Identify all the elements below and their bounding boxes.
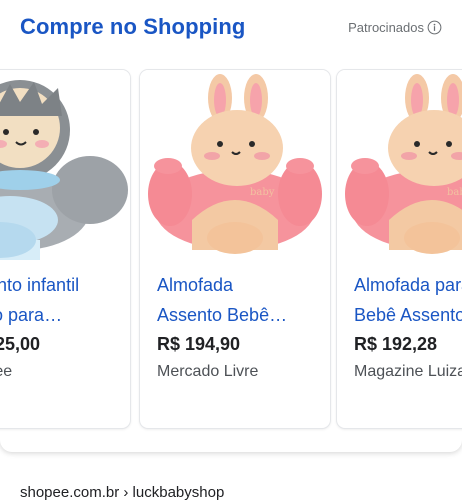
product-carousel[interactable]: Assento infantil Apoio para… R$ 125,00 S… bbox=[0, 70, 462, 432]
info-circle-icon[interactable] bbox=[427, 20, 442, 35]
sponsored-label: Patrocinados bbox=[348, 20, 424, 35]
svg-text:baby: baby bbox=[250, 187, 275, 198]
svg-text:baby: baby bbox=[447, 187, 462, 198]
product-card[interactable]: baby Almofada para Bebê Assento R$ 192,2… bbox=[337, 70, 462, 428]
product-price: R$ 194,90 bbox=[157, 334, 241, 354]
product-price: R$ 125,00 bbox=[0, 334, 41, 354]
result-breadcrumb[interactable]: shopee.com.br › luckbabyshop bbox=[20, 484, 224, 500]
bunny-baby-seat-image: baby bbox=[337, 70, 462, 260]
product-title-line2: Apoio para… bbox=[0, 305, 63, 325]
product-image[interactable]: baby bbox=[140, 70, 330, 260]
bunny-baby-seat-image: baby bbox=[140, 70, 330, 260]
product-store: Mercado Livre bbox=[157, 363, 259, 380]
product-store: Magazine Luiza bbox=[354, 363, 462, 380]
product-image[interactable]: baby bbox=[337, 70, 462, 260]
product-card[interactable]: Assento infantil Apoio para… R$ 125,00 S… bbox=[0, 70, 130, 428]
product-title-line1: Almofada para bbox=[354, 275, 462, 295]
product-card[interactable]: baby Almofada Assento Bebê… R$ 194,90 Me… bbox=[140, 70, 330, 428]
product-title-line1: Assento infantil bbox=[0, 275, 80, 295]
product-title-line2: Bebê Assento bbox=[354, 305, 462, 325]
section-title[interactable]: Compre no Shopping bbox=[20, 14, 245, 40]
product-title[interactable]: Almofada para Bebê Assento bbox=[354, 270, 462, 330]
product-title-line1: Almofada bbox=[157, 275, 234, 295]
product-price: R$ 192,28 bbox=[354, 334, 438, 354]
product-title[interactable]: Almofada Assento Bebê… bbox=[157, 270, 329, 330]
product-title-line2: Assento Bebê… bbox=[157, 305, 288, 325]
product-title[interactable]: Assento infantil Apoio para… bbox=[0, 270, 129, 330]
product-image[interactable] bbox=[0, 70, 130, 260]
sponsored-label-group[interactable]: Patrocinados bbox=[348, 20, 442, 35]
product-store: Shopee bbox=[0, 363, 13, 380]
shopping-ads-panel: Compre no Shopping Patrocinados nto infa… bbox=[0, 0, 462, 452]
lion-baby-seat-image bbox=[0, 70, 130, 260]
